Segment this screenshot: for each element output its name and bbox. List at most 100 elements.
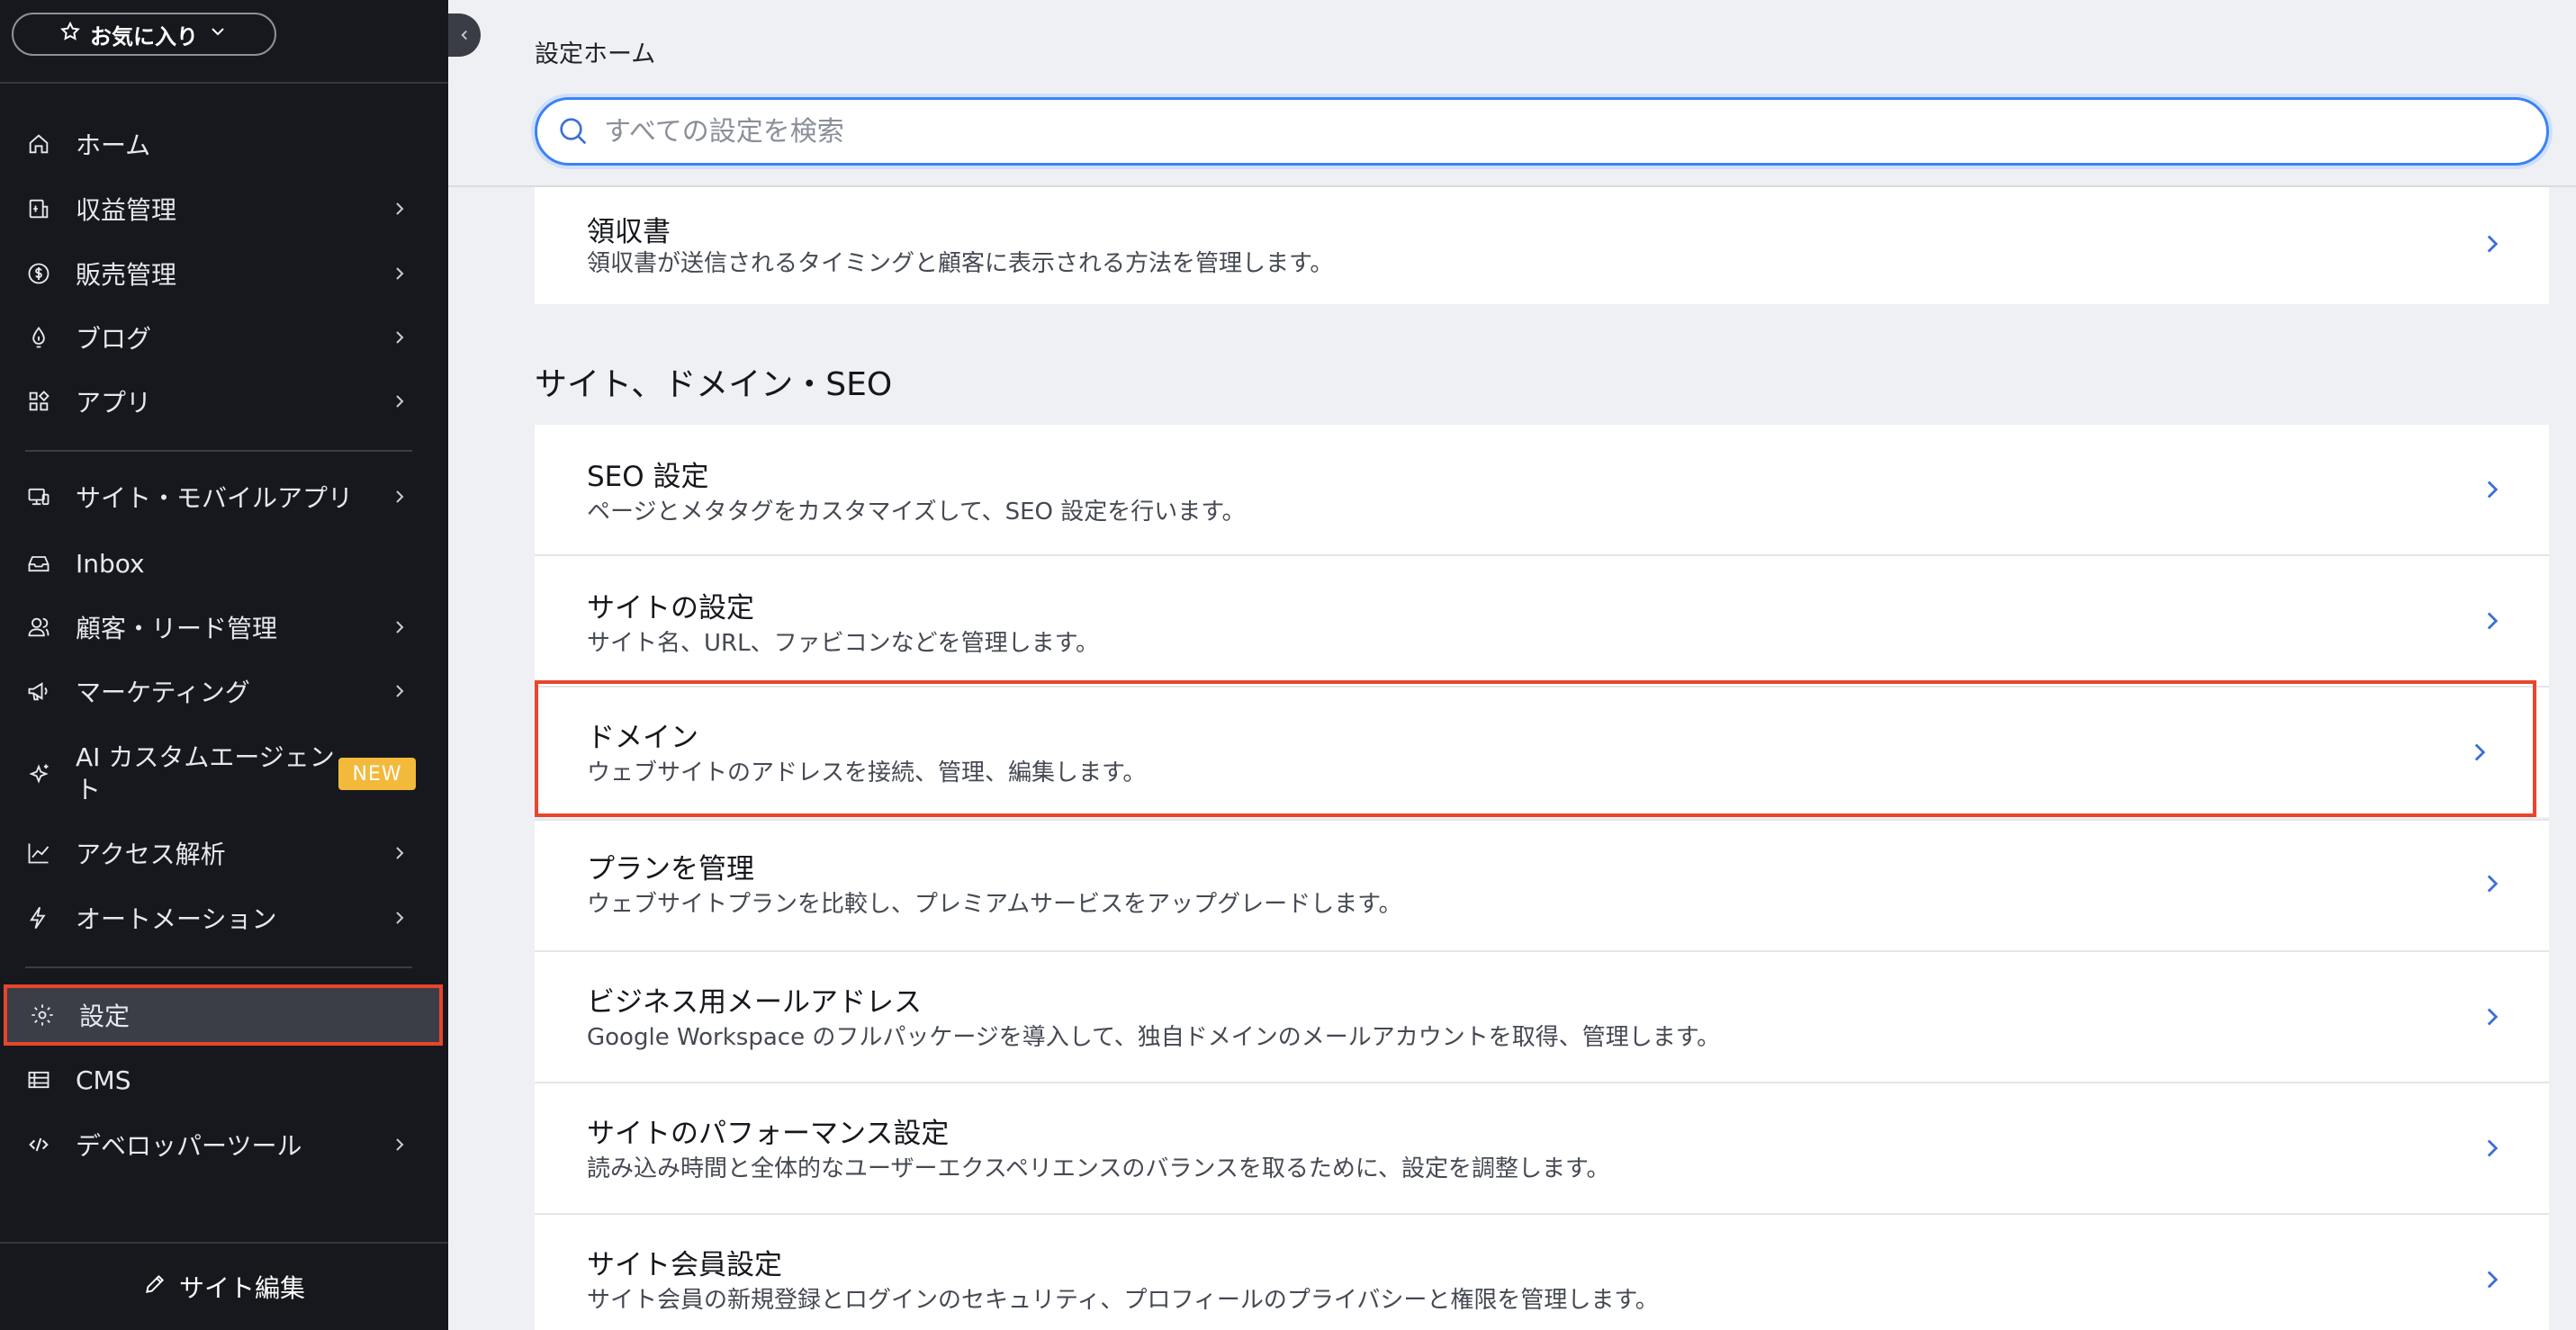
inbox-icon	[25, 550, 52, 577]
app-window: お気に入り ホーム 収益管理 販売管理 ブログ アプリ サイト・モバイルアプリ …	[0, 0, 2576, 1330]
receipt-settings-card[interactable]: 領収書 領収書が送信されるタイミングと顧客に表示される方法を管理します。	[535, 187, 2549, 304]
search-icon	[560, 118, 587, 145]
search-box[interactable]	[535, 97, 2549, 166]
settings-main: 設定ホーム 領収書 領収書が送信されるタイミングと顧客に表示される方法を管理しま…	[448, 0, 2576, 1330]
sidebar-item-blog[interactable]: ブログ	[0, 310, 448, 364]
chevron-right-icon	[396, 490, 404, 503]
sidebar-item-label: 顧客・リード管理	[76, 614, 278, 643]
gear-icon	[29, 1002, 56, 1029]
breadcrumb[interactable]: 設定ホーム	[535, 34, 655, 69]
chevron-right-icon	[396, 1138, 404, 1151]
chevron-right-icon	[396, 395, 404, 408]
row-title: ビジネス用メールアドレス	[587, 986, 922, 1019]
row-title: プランを管理	[587, 853, 754, 885]
sidebar-item-label: アクセス解析	[76, 840, 226, 869]
row-description: ウェブサイトのアドレスを接続、管理、編集します。	[587, 759, 1147, 786]
sidebar-item-label: デベロッパーツール	[76, 1131, 302, 1161]
seo-settings-row[interactable]: SEO 設定 ページとメタタグをカスタマイズして、SEO 設定を行います。	[535, 425, 2549, 554]
edit-site-label: サイト編集	[178, 1273, 305, 1303]
site-settings-row[interactable]: サイトの設定 サイト名、URL、ファビコンなどを管理します。	[535, 556, 2549, 686]
home-icon	[25, 130, 52, 157]
sidebar-item-label: ブログ	[76, 324, 152, 354]
code-icon	[25, 1131, 52, 1158]
chevron-right-icon	[396, 267, 404, 280]
chevron-down-icon	[207, 21, 229, 48]
chevron-right-icon	[2474, 743, 2486, 761]
card-description: 領収書が送信されるタイミングと顧客に表示される方法を管理します。	[587, 250, 1334, 277]
sidebar-item-apps[interactable]: アプリ	[0, 374, 448, 428]
chevron-right-icon	[2487, 1271, 2499, 1289]
sidebar-item-marketing[interactable]: マーケティング	[0, 664, 448, 718]
sidebar-item-label: 設定	[79, 1002, 131, 1031]
star-icon	[59, 21, 81, 48]
row-title: サイトの設定	[587, 592, 754, 625]
card-title: 領収書	[587, 216, 671, 248]
sidebar-item-inbox[interactable]: Inbox	[0, 536, 448, 590]
chevron-right-icon	[2487, 612, 2499, 630]
row-title: SEO 設定	[587, 461, 709, 493]
pencil-icon	[143, 1272, 167, 1302]
chevron-right-icon	[396, 685, 404, 697]
sidebar-item-automation[interactable]: オートメーション	[0, 891, 448, 945]
sparkle-icon	[25, 760, 52, 787]
sidebar-item-analytics[interactable]: アクセス解析	[0, 826, 448, 880]
chevron-right-icon	[396, 202, 404, 215]
chevron-right-icon	[396, 847, 404, 859]
chevron-right-icon	[396, 331, 404, 344]
sidebar-item-site-mobile-app[interactable]: サイト・モバイルアプリ	[0, 470, 448, 524]
edit-site-button[interactable]: サイト編集	[0, 1242, 448, 1330]
bolt-icon	[25, 904, 52, 931]
favorites-area: お気に入り	[0, 0, 448, 84]
sidebar-item-home[interactable]: ホーム	[0, 117, 448, 171]
table-icon	[25, 1066, 52, 1093]
sidebar-item-label: アプリ	[76, 388, 152, 418]
sidebar-item-label: マーケティング	[76, 678, 250, 707]
sidebar-item-label: AI カスタムエージェント	[76, 742, 335, 804]
chevron-right-icon	[2487, 481, 2499, 499]
row-title: サイトのパフォーマンス設定	[587, 1118, 950, 1150]
site-performance-row[interactable]: サイトのパフォーマンス設定 読み込み時間と全体的なユーザーエクスペリエンスのバラ…	[535, 1083, 2549, 1213]
sidebar-item-developer-tools[interactable]: デベロッパーツール	[0, 1118, 448, 1172]
business-email-row[interactable]: ビジネス用メールアドレス Google Workspace のフルパッケージを導…	[535, 952, 2549, 1082]
megaphone-icon	[25, 678, 52, 705]
dollar-circle-icon	[25, 260, 52, 287]
sidebar-item-label: 販売管理	[76, 260, 177, 290]
row-description: サイト会員の新規登録とログインのセキュリティ、プロフィールのプライバシーと権限を…	[587, 1287, 1659, 1314]
new-badge: NEW	[338, 758, 416, 790]
sidebar-item-label: 収益管理	[76, 195, 177, 225]
sidebar-item-revenue[interactable]: 収益管理	[0, 182, 448, 236]
chevron-right-icon	[2487, 875, 2499, 893]
chevron-right-icon	[2487, 1008, 2499, 1026]
sidebar-item-label: サイト・モバイルアプリ	[76, 483, 354, 513]
site-members-row[interactable]: サイト会員設定 サイト会員の新規登録とログインのセキュリティ、プロフィールのプラ…	[535, 1215, 2549, 1330]
sidebar-item-label: オートメーション	[76, 904, 277, 934]
apps-icon	[25, 388, 52, 415]
row-description: サイト名、URL、ファビコンなどを管理します。	[587, 630, 1099, 657]
section-title: サイト、ドメイン・SEO	[535, 366, 893, 403]
favorites-button[interactable]: お気に入り	[12, 13, 276, 56]
sidebar-item-contacts-leads[interactable]: 顧客・リード管理	[0, 600, 448, 654]
row-title: サイト会員設定	[587, 1249, 782, 1281]
sidebar-item-sales[interactable]: 販売管理	[0, 247, 448, 301]
sidebar-item-label: Inbox	[76, 548, 145, 579]
sidebar: お気に入り ホーム 収益管理 販売管理 ブログ アプリ サイト・モバイルアプリ …	[0, 0, 448, 1330]
chevron-right-icon	[396, 621, 404, 634]
row-description: ページとメタタグをカスタマイズして、SEO 設定を行います。	[587, 499, 1246, 526]
revenue-icon	[25, 195, 52, 222]
devices-icon	[25, 483, 52, 510]
domain-row[interactable]: ドメイン ウェブサイトのアドレスを接続、管理、編集します。	[535, 687, 2549, 817]
row-description: Google Workspace のフルパッケージを導入して、独自ドメインのメー…	[587, 1024, 1721, 1051]
sidebar-divider	[25, 966, 412, 968]
sidebar-item-cms[interactable]: CMS	[0, 1053, 448, 1107]
manage-plan-row[interactable]: プランを管理 ウェブサイトプランを比較し、プレミアムサービスをアップグレードしま…	[535, 821, 2549, 950]
chevron-right-icon	[2487, 1139, 2499, 1157]
contacts-icon	[25, 614, 52, 641]
sidebar-item-label: ホーム	[76, 130, 151, 160]
sidebar-item-ai-custom-agent[interactable]: AI カスタムエージェント NEW	[0, 738, 448, 810]
row-description: 読み込み時間と全体的なユーザーエクスペリエンスのバランスを取るために、設定を調整…	[587, 1155, 1610, 1182]
row-title: ドメイン	[587, 722, 698, 754]
sidebar-item-settings[interactable]: 設定	[4, 984, 443, 1046]
search-input[interactable]	[604, 104, 2494, 158]
pen-nib-icon	[25, 324, 52, 351]
favorites-label: お気に入り	[90, 23, 198, 49]
